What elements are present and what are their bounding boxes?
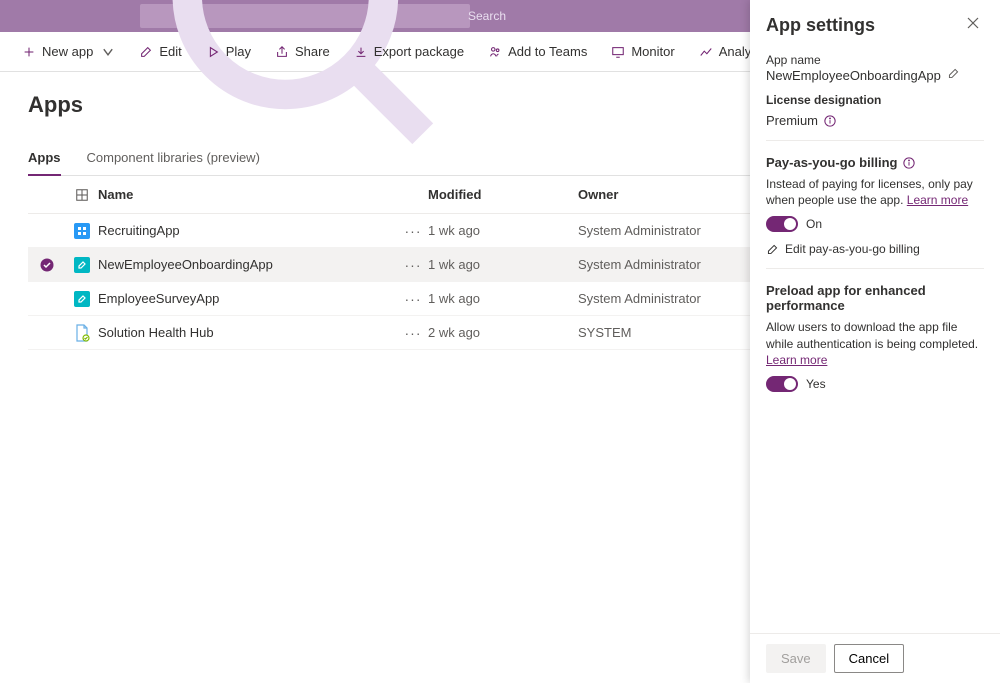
row-more-button[interactable]: ··· [398,257,428,273]
pencil-icon [947,67,960,80]
appname-value: NewEmployeeOnboardingApp [766,68,941,83]
check-icon [40,258,54,272]
share-label: Share [295,44,330,59]
modified-cell: 1 wk ago [428,223,578,238]
preload-description: Allow users to download the app file whi… [766,319,984,368]
tab-component-libraries[interactable]: Component libraries (preview) [87,144,260,175]
edit-payg-button[interactable]: Edit pay-as-you-go billing [766,242,984,256]
modified-cell: 1 wk ago [428,291,578,306]
monitor-label: Monitor [631,44,674,59]
teams-icon [488,45,502,59]
share-button[interactable]: Share [265,38,340,65]
modified-cell: 2 wk ago [428,325,578,340]
app-type-icon [74,223,90,239]
add-to-teams-button[interactable]: Add to Teams [478,38,597,65]
payg-toggle[interactable] [766,216,798,232]
export-package-label: Export package [374,44,464,59]
app-name: EmployeeSurveyApp [98,291,398,306]
row-more-button[interactable]: ··· [398,223,428,239]
preload-title: Preload app for enhanced performance [766,283,984,313]
row-more-button[interactable]: ··· [398,291,428,307]
payg-heading: Pay-as-you-go billing [766,155,984,170]
edit-appname-button[interactable] [947,67,960,83]
owner-cell: SYSTEM [578,325,758,340]
learn-more-link[interactable]: Learn more [766,353,827,367]
monitor-button[interactable]: Monitor [601,38,684,65]
license-value: Premium [766,113,818,128]
app-type-icon [74,291,90,307]
owner-cell: System Administrator [578,291,758,306]
payg-toggle-label: On [806,217,822,231]
preload-desc-text: Allow users to download the app file whi… [766,320,978,350]
panel-title: App settings [766,15,875,36]
app-name: NewEmployeeOnboardingApp [98,257,398,272]
edit-label: Edit [159,44,181,59]
modified-cell: 1 wk ago [428,257,578,272]
new-app-button[interactable]: New app [12,38,125,65]
appname-label: App name [766,53,984,67]
add-to-teams-label: Add to Teams [508,44,587,59]
owner-cell: System Administrator [578,257,758,272]
share-icon [275,45,289,59]
close-icon [966,16,980,30]
search-input[interactable] [468,9,623,23]
edit-button[interactable]: Edit [129,38,191,65]
search-box[interactable] [140,4,470,28]
pencil-icon [139,45,153,59]
info-icon[interactable] [824,115,836,127]
export-icon [354,45,368,59]
plus-icon [22,45,36,59]
document-icon [74,324,90,342]
payg-title: Pay-as-you-go billing [766,155,897,170]
row-more-button[interactable]: ··· [398,325,428,341]
column-name[interactable]: Name [98,187,398,202]
pencil-icon [766,243,779,256]
play-button[interactable]: Play [196,38,261,65]
preload-toggle-label: Yes [806,377,826,391]
tab-apps[interactable]: Apps [28,144,61,175]
payg-description: Instead of paying for licenses, only pay… [766,176,984,208]
app-name: RecruitingApp [98,223,398,238]
save-button[interactable]: Save [766,644,826,673]
settings-panel: App settings App name NewEmployeeOnboard… [750,0,1000,683]
column-modified[interactable]: Modified [428,187,578,202]
chevron-down-icon [101,45,115,59]
export-package-button[interactable]: Export package [344,38,474,65]
preload-toggle[interactable] [766,376,798,392]
app-type-icon [74,257,90,273]
close-button[interactable] [962,12,984,39]
view-icon[interactable] [75,188,89,202]
new-app-label: New app [42,44,93,59]
monitor-icon [611,45,625,59]
edit-payg-label: Edit pay-as-you-go billing [785,242,920,256]
play-label: Play [226,44,251,59]
app-name: Solution Health Hub [98,325,398,340]
cancel-button[interactable]: Cancel [834,644,904,673]
owner-cell: System Administrator [578,223,758,238]
column-owner[interactable]: Owner [578,187,758,202]
play-icon [206,45,220,59]
license-label: License designation [766,93,984,107]
preload-heading: Preload app for enhanced performance [766,283,984,313]
learn-more-link[interactable]: Learn more [907,193,968,207]
analytics-icon [699,45,713,59]
info-icon[interactable] [903,157,915,169]
